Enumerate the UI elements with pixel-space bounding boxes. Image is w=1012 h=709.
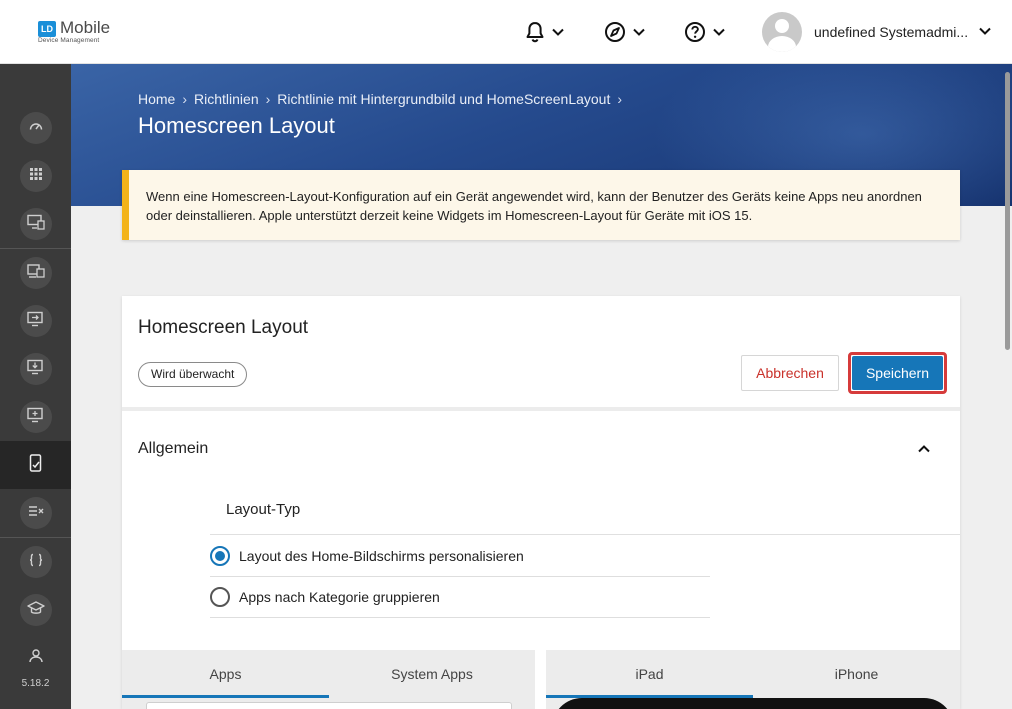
sidebar-item-users[interactable] [0, 634, 71, 664]
users-icon [28, 648, 44, 664]
logo-name: Mobile [60, 18, 111, 37]
sidebar-item-device-download[interactable] [0, 345, 71, 393]
settings-card: Homescreen Layout Wird überwacht Abbrech… [122, 296, 960, 709]
device-policy-icon [28, 453, 44, 477]
breadcrumb-home[interactable]: Home [138, 91, 175, 107]
education-icon [26, 600, 45, 620]
cancel-button[interactable]: Abbrechen [741, 355, 839, 391]
sidebar-item-apps[interactable] [0, 152, 71, 200]
logo-subtitle: Device Management [38, 37, 100, 44]
tab-system-apps[interactable]: System Apps [329, 650, 535, 698]
devices-icon [26, 263, 45, 283]
app-tabs: Apps System Apps [122, 650, 535, 709]
notifications-button[interactable] [525, 18, 565, 46]
warning-text: Wenn eine Homescreen-Layout-Konfiguratio… [146, 189, 922, 223]
compass-icon [604, 21, 626, 43]
radio-option-personalize[interactable]: Layout des Home-Bildschirms personalisie… [210, 536, 710, 577]
top-bar: LD Mobile Device Management undefined Sy… [0, 0, 1012, 64]
divider [122, 407, 960, 411]
avatar [762, 12, 802, 52]
code-braces-icon [28, 553, 44, 572]
chevron-down-icon [551, 27, 565, 37]
sidebar-item-device-add[interactable] [0, 393, 71, 441]
logo-mark: LD [38, 21, 56, 37]
breadcrumb-policy[interactable]: Richtlinie mit Hintergrundbild und HomeS… [277, 91, 610, 107]
tab-ipad[interactable]: iPad [546, 650, 753, 698]
section-title: Allgemein [138, 440, 209, 457]
divider [210, 534, 960, 535]
sidebar-item-education[interactable] [0, 586, 71, 634]
card-title: Homescreen Layout [138, 317, 309, 338]
radio-label: Apps nach Kategorie gruppieren [239, 589, 440, 605]
radio-button[interactable] [210, 587, 230, 607]
compliance-icon [28, 504, 44, 523]
sidebar-item-devices[interactable] [0, 249, 71, 297]
sidebar: 5.18.2 [0, 64, 71, 709]
chevron-down-icon [632, 27, 646, 37]
sidebar-item-compliance[interactable] [0, 489, 71, 537]
tab-iphone[interactable]: iPhone [753, 650, 960, 698]
radio-button[interactable] [210, 546, 230, 566]
help-icon [684, 21, 706, 43]
device-tabs: iPad iPhone [546, 650, 960, 709]
app-search-field[interactable] [146, 702, 512, 709]
page-title: Homescreen Layout [138, 113, 335, 138]
sidebar-item-device-settings[interactable] [0, 200, 71, 248]
explore-button[interactable] [604, 18, 646, 46]
section-general-header[interactable]: Allgemein [122, 426, 960, 470]
chevron-right-icon: › [617, 91, 623, 107]
chevron-up-icon [917, 441, 931, 459]
breadcrumb: Home › Richtlinien › Richtlinie mit Hint… [138, 91, 629, 107]
radio-label: Layout des Home-Bildschirms personalisie… [239, 548, 524, 564]
save-button[interactable]: Speichern [852, 356, 943, 390]
warning-banner: Wenn eine Homescreen-Layout-Konfiguratio… [122, 170, 960, 240]
device-download-icon [26, 359, 45, 380]
bell-icon [525, 21, 545, 43]
device-settings-icon [26, 214, 45, 235]
device-add-icon [26, 407, 45, 428]
save-button-highlight: Speichern [848, 352, 947, 394]
tab-apps[interactable]: Apps [122, 650, 329, 698]
dashboard-icon [28, 118, 44, 139]
user-menu[interactable]: undefined Systemadmi... [762, 12, 992, 52]
breadcrumb-policies[interactable]: Richtlinien [194, 91, 259, 107]
help-button[interactable] [684, 18, 726, 46]
chevron-right-icon: › [182, 91, 188, 107]
apps-grid-icon [29, 167, 43, 186]
user-name: undefined Systemadmi... [814, 24, 969, 40]
app-version: 5.18.2 [21, 678, 50, 689]
sidebar-item-device-transfer[interactable] [0, 297, 71, 345]
sidebar-item-dashboard[interactable] [0, 104, 71, 152]
device-transfer-icon [26, 311, 45, 332]
radio-option-group-by-category[interactable]: Apps nach Kategorie gruppieren [210, 577, 710, 618]
layout-type-label: Layout-Typ [226, 501, 301, 518]
sidebar-item-device-policy[interactable] [0, 441, 71, 489]
sidebar-item-scripts[interactable] [0, 538, 71, 586]
status-badge: Wird überwacht [138, 362, 248, 387]
device-preview [552, 698, 954, 709]
chevron-down-icon [712, 27, 726, 37]
chevron-right-icon: › [265, 91, 271, 107]
chevron-down-icon [978, 23, 992, 41]
scrollbar[interactable] [1005, 72, 1010, 350]
